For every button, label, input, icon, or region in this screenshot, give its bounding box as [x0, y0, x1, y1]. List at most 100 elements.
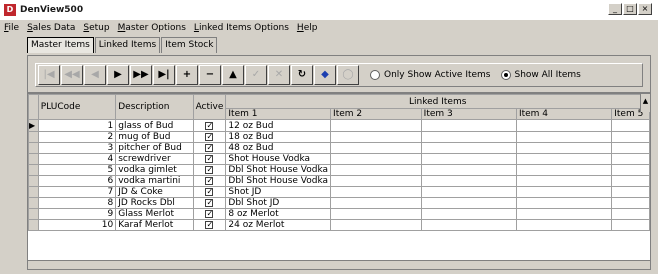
column-header-item-2[interactable]: Item 2: [330, 108, 422, 120]
description-cell[interactable]: Glass Merlot: [115, 208, 194, 220]
description-cell[interactable]: JD & Coke: [115, 186, 194, 198]
linked-item-4-cell[interactable]: [515, 219, 613, 231]
table-row[interactable]: 9 Glass Merlot ✓ 8 oz Merlot: [28, 208, 650, 220]
refresh-button[interactable]: ↻: [291, 65, 313, 85]
plucode-cell[interactable]: 1: [37, 119, 117, 132]
table-row[interactable]: 6 vodka martini ✓ Dbl Shot House Vodka: [28, 175, 650, 187]
linked-item-2-cell[interactable]: [330, 197, 422, 209]
active-checkbox[interactable]: ✓: [205, 166, 214, 174]
linked-item-5-cell[interactable]: [611, 208, 650, 220]
active-cell[interactable]: ✓: [192, 153, 227, 165]
description-cell[interactable]: vodka martini: [115, 175, 194, 187]
plucode-cell[interactable]: 5: [37, 164, 117, 176]
linked-item-4-cell[interactable]: [515, 164, 613, 176]
linked-item-4-cell[interactable]: [515, 153, 613, 165]
minimize-button[interactable]: _: [608, 3, 622, 15]
plucode-cell[interactable]: 9: [37, 208, 117, 220]
linked-item-4-cell[interactable]: [515, 208, 613, 220]
active-checkbox[interactable]: ✓: [205, 188, 214, 196]
linked-item-5-cell[interactable]: [611, 186, 650, 198]
linked-item-3-cell[interactable]: [420, 219, 517, 231]
filter-button[interactable]: ◆: [314, 65, 336, 85]
column-header-description[interactable]: Description: [115, 94, 194, 120]
row-selector[interactable]: [28, 175, 39, 187]
linked-item-2-cell[interactable]: [330, 153, 422, 165]
active-checkbox[interactable]: ✓: [205, 199, 214, 207]
linked-item-2-cell[interactable]: [330, 175, 422, 187]
table-row[interactable]: ▶ 1 glass of Bud ✓ 12 oz Bud: [28, 119, 650, 132]
active-checkbox[interactable]: ✓: [205, 210, 214, 218]
linked-item-3-cell[interactable]: [420, 186, 517, 198]
description-cell[interactable]: screwdriver: [115, 153, 194, 165]
active-checkbox[interactable]: ✓: [205, 133, 214, 141]
linked-item-1-cell[interactable]: Dbl Shot House Vodka: [225, 164, 332, 176]
linked-item-5-cell[interactable]: [611, 175, 650, 187]
linked-item-1-cell[interactable]: 24 oz Merlot: [225, 219, 332, 231]
column-header-active[interactable]: Active: [192, 94, 227, 120]
row-selector[interactable]: [28, 186, 39, 198]
maximize-button[interactable]: □: [623, 3, 637, 15]
column-header-item-1[interactable]: Item 1: [225, 108, 332, 120]
row-selector[interactable]: [28, 208, 39, 220]
row-selector[interactable]: ▶: [28, 119, 39, 132]
tab-linked-items[interactable]: Linked Items: [94, 37, 161, 53]
description-cell[interactable]: Karaf Merlot: [115, 219, 194, 231]
cancel-edit-button[interactable]: ✕: [268, 65, 290, 85]
active-cell[interactable]: ✓: [192, 186, 227, 198]
options-button[interactable]: ◯: [337, 65, 359, 85]
plucode-cell[interactable]: 8: [37, 197, 117, 209]
menu-setup[interactable]: Setup: [83, 23, 109, 33]
next-page-button[interactable]: ▶▶: [130, 65, 152, 85]
linked-item-3-cell[interactable]: [420, 119, 517, 132]
linked-item-4-cell[interactable]: [515, 175, 613, 187]
description-cell[interactable]: vodka gimlet: [115, 164, 194, 176]
linked-item-3-cell[interactable]: [420, 142, 517, 154]
row-selector[interactable]: [28, 219, 39, 231]
prev-page-button[interactable]: ◀◀: [61, 65, 83, 85]
active-cell[interactable]: ✓: [192, 131, 227, 143]
table-row[interactable]: 2 mug of Bud ✓ 18 oz Bud: [28, 131, 650, 143]
description-cell[interactable]: JD Rocks Dbl: [115, 197, 194, 209]
linked-item-2-cell[interactable]: [330, 219, 422, 231]
items-grid[interactable]: PLUCode Description Active Linked Items …: [27, 93, 651, 270]
linked-item-1-cell[interactable]: 18 oz Bud: [225, 131, 332, 143]
linked-item-4-cell[interactable]: [515, 119, 613, 132]
linked-item-3-cell[interactable]: [420, 131, 517, 143]
active-cell[interactable]: ✓: [192, 197, 227, 209]
description-cell[interactable]: pitcher of Bud: [115, 142, 194, 154]
close-button[interactable]: ×: [638, 3, 652, 15]
first-record-button[interactable]: |◀: [38, 65, 60, 85]
menu-master-options[interactable]: Master Options: [118, 23, 186, 33]
linked-item-4-cell[interactable]: [515, 131, 613, 143]
plucode-cell[interactable]: 2: [37, 131, 117, 143]
linked-item-3-cell[interactable]: [420, 208, 517, 220]
row-selector[interactable]: [28, 164, 39, 176]
row-selector[interactable]: [28, 142, 39, 154]
linked-item-3-cell[interactable]: [420, 164, 517, 176]
active-cell[interactable]: ✓: [192, 208, 227, 220]
linked-item-4-cell[interactable]: [515, 142, 613, 154]
linked-item-2-cell[interactable]: [330, 208, 422, 220]
active-cell[interactable]: ✓: [192, 119, 227, 132]
table-row[interactable]: 7 JD & Coke ✓ Shot JD: [28, 186, 650, 198]
plucode-cell[interactable]: 3: [37, 142, 117, 154]
linked-item-3-cell[interactable]: [420, 175, 517, 187]
active-checkbox[interactable]: ✓: [205, 144, 214, 152]
column-header-plucode[interactable]: PLUCode: [37, 94, 117, 120]
plucode-cell[interactable]: 10: [37, 219, 117, 231]
linked-item-1-cell[interactable]: 12 oz Bud: [225, 119, 332, 132]
linked-item-2-cell[interactable]: [330, 142, 422, 154]
menu-sales-data[interactable]: Sales Data: [27, 23, 75, 33]
prev-record-button[interactable]: ◀: [84, 65, 106, 85]
table-row[interactable]: 8 JD Rocks Dbl ✓ Dbl Shot JD: [28, 197, 650, 209]
table-row[interactable]: 10 Karaf Merlot ✓ 24 oz Merlot: [28, 219, 650, 231]
row-selector[interactable]: [28, 153, 39, 165]
post-edit-button[interactable]: ✓: [245, 65, 267, 85]
linked-item-5-cell[interactable]: [611, 142, 650, 154]
show-all-items-radio-option[interactable]: Show All Items: [500, 70, 581, 80]
column-header-item-4[interactable]: Item 4: [515, 108, 613, 120]
linked-item-5-cell[interactable]: [611, 119, 650, 132]
row-selector[interactable]: [28, 131, 39, 143]
active-checkbox[interactable]: ✓: [205, 221, 214, 229]
radio-button[interactable]: [500, 70, 511, 80]
